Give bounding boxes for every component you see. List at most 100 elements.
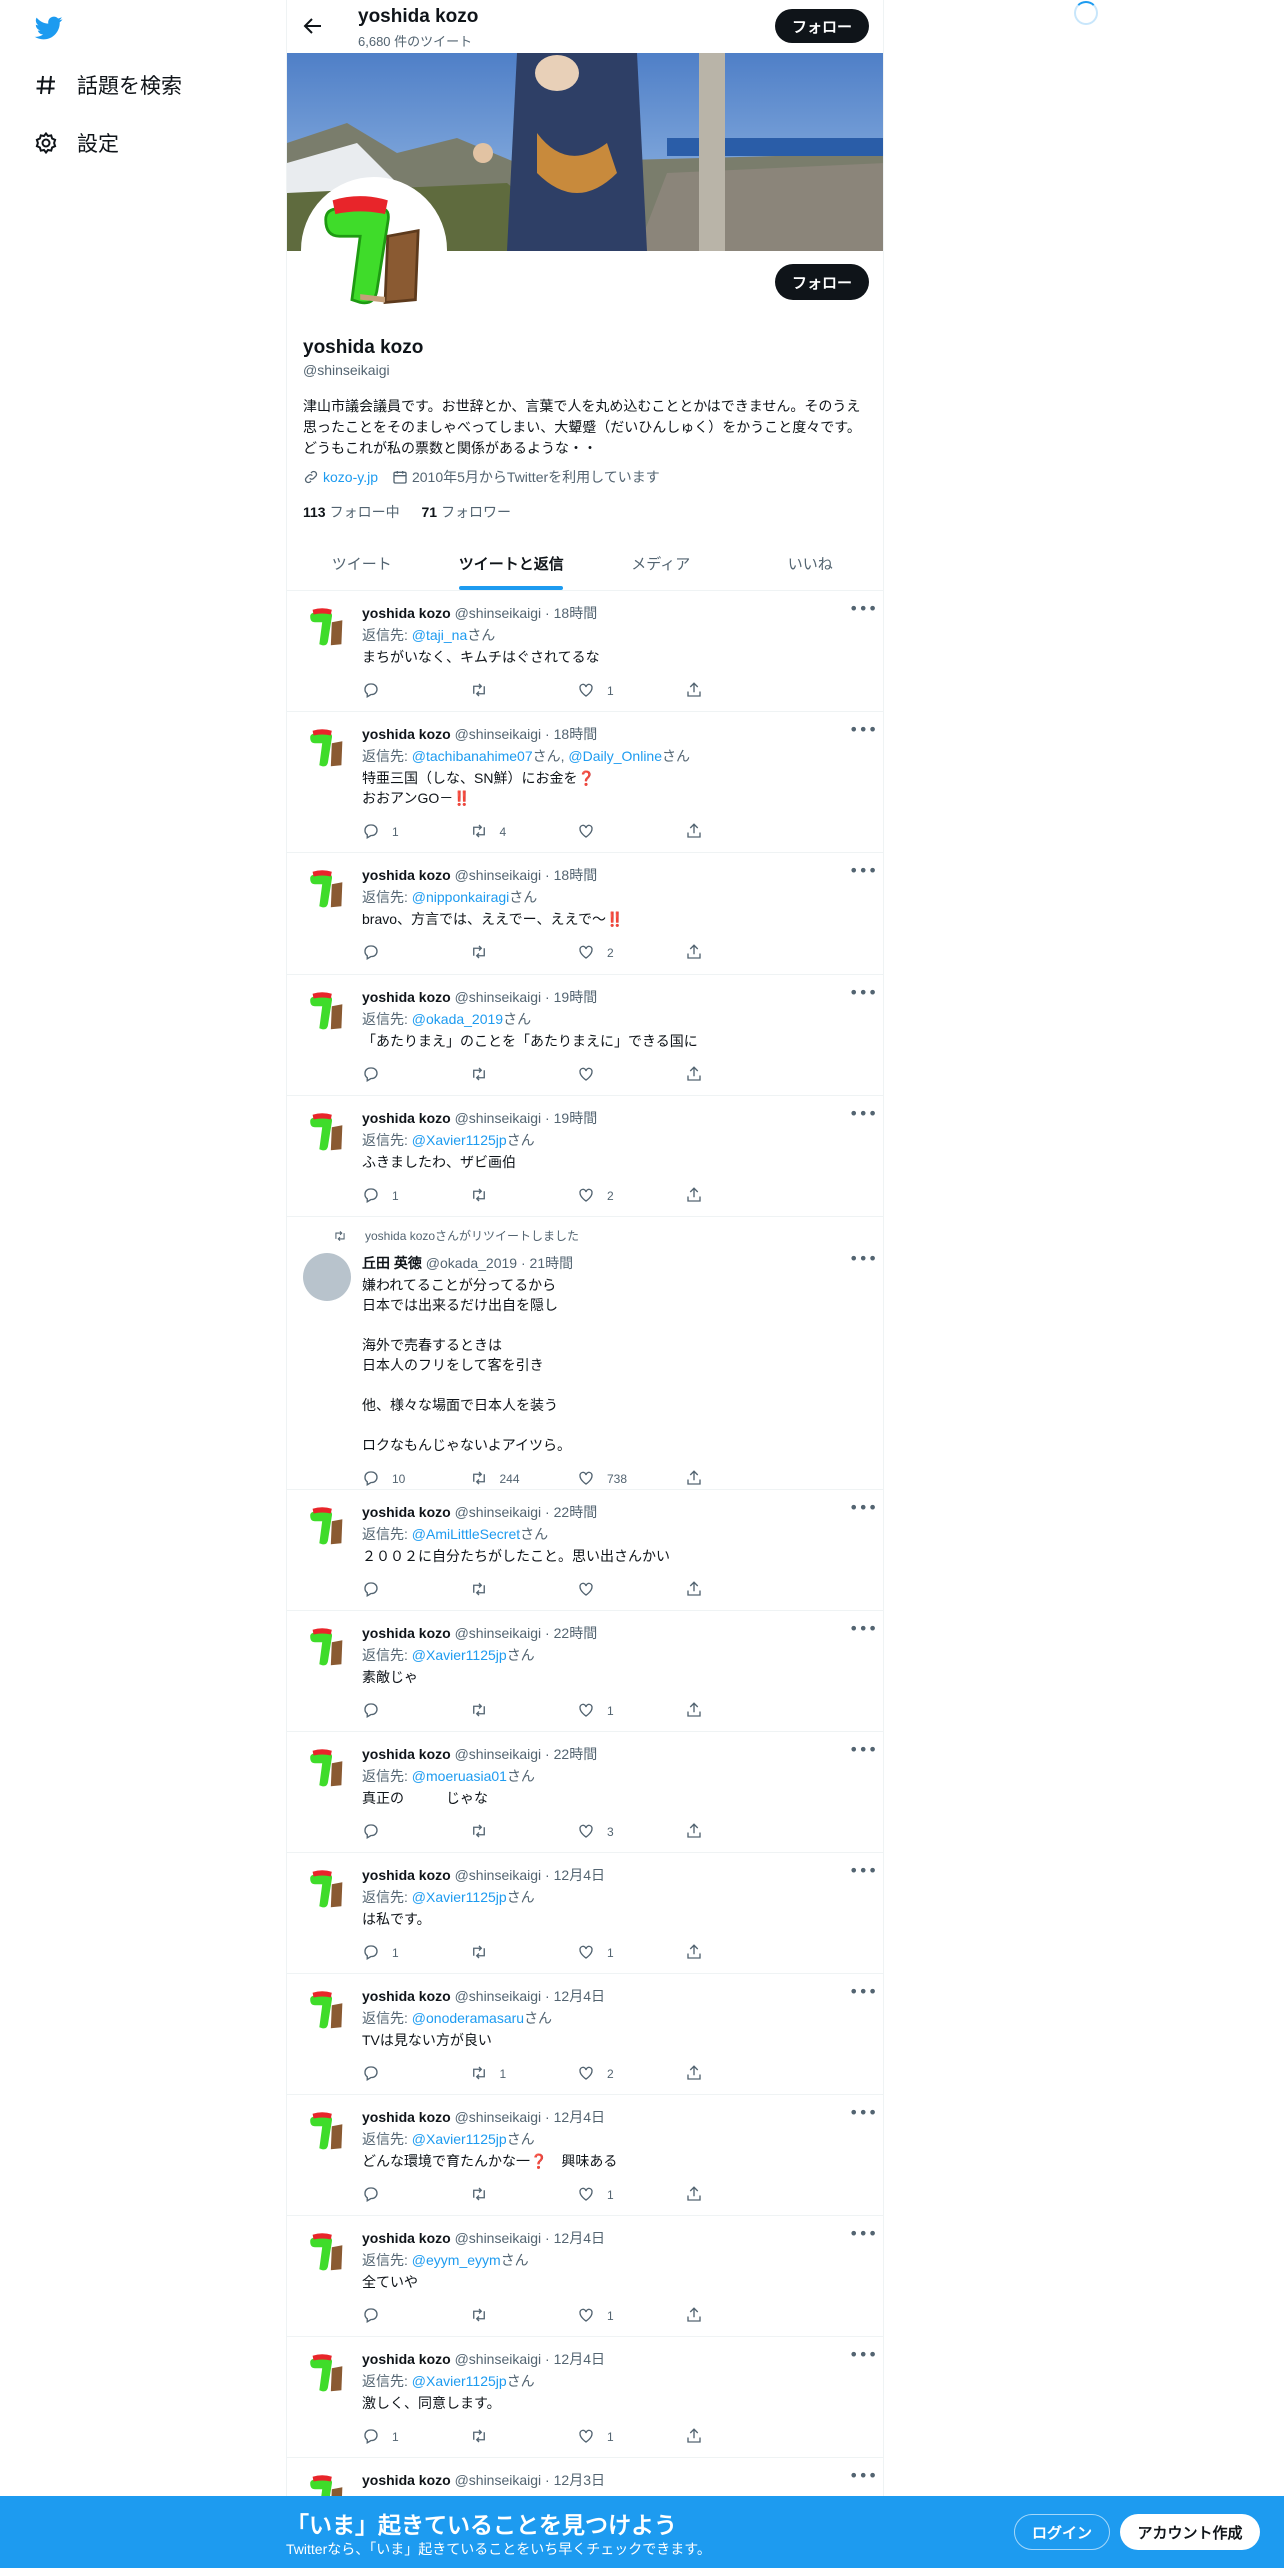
- share-button[interactable]: [685, 1943, 793, 1963]
- like-button[interactable]: 2: [577, 1186, 685, 1206]
- reply-button[interactable]: [362, 2185, 470, 2205]
- tweet-time[interactable]: 22時間: [554, 1504, 598, 1520]
- reply-button[interactable]: 10: [362, 1469, 470, 1489]
- tweet-author-name[interactable]: yoshida kozo: [362, 1988, 451, 2004]
- share-button[interactable]: [685, 2427, 793, 2447]
- like-button[interactable]: 1: [577, 1701, 685, 1721]
- tweet-avatar[interactable]: [303, 2228, 351, 2276]
- like-button[interactable]: 2: [577, 943, 685, 963]
- reply-to-link[interactable]: @onoderamasaru: [412, 2010, 524, 2026]
- tweet-item[interactable]: yoshida kozo @shinseikaigi · 12月4日 ••• 返信先…: [287, 2337, 883, 2458]
- reply-to-link[interactable]: @Xavier1125jp: [412, 2131, 507, 2147]
- share-button[interactable]: [685, 1065, 793, 1085]
- more-options-icon[interactable]: •••: [849, 2345, 877, 2365]
- tweet-time[interactable]: 12月4日: [554, 2351, 605, 2367]
- tweet-avatar[interactable]: [303, 1108, 351, 1156]
- share-button[interactable]: [685, 681, 793, 701]
- tweet-avatar[interactable]: [303, 987, 351, 1035]
- share-button[interactable]: [685, 2064, 793, 2084]
- tweet-author-name[interactable]: yoshida kozo: [362, 2472, 451, 2488]
- retweet-button[interactable]: [470, 943, 578, 963]
- tweet-item[interactable]: yoshida kozo @shinseikaigi · 12月4日 ••• 返信先…: [287, 2216, 883, 2337]
- retweet-button[interactable]: [470, 1943, 578, 1963]
- retweet-button[interactable]: [470, 1065, 578, 1085]
- reply-to-link[interactable]: @tachibanahime07: [412, 748, 533, 764]
- share-button[interactable]: [685, 2185, 793, 2205]
- reply-to-link[interactable]: @okada_2019: [412, 1011, 503, 1027]
- reply-to-link[interactable]: @Xavier1125jp: [412, 2373, 507, 2389]
- nav-settings[interactable]: 設定: [33, 128, 119, 158]
- reply-to-link[interactable]: @AmiLittleSecret: [412, 1526, 520, 1542]
- like-button[interactable]: 2: [577, 2064, 685, 2084]
- more-options-icon[interactable]: •••: [849, 1104, 877, 1124]
- retweet-button[interactable]: [470, 2427, 578, 2447]
- tweet-author-handle[interactable]: @shinseikaigi: [455, 605, 542, 621]
- login-button[interactable]: ログイン: [1014, 2514, 1110, 2550]
- tweet-author-handle[interactable]: @shinseikaigi: [455, 867, 542, 883]
- share-button[interactable]: [685, 822, 793, 842]
- reply-button[interactable]: [362, 681, 470, 701]
- share-button[interactable]: [685, 1701, 793, 1721]
- reply-button[interactable]: [362, 1065, 470, 1085]
- more-options-icon[interactable]: •••: [849, 2466, 877, 2486]
- profile-follow-button[interactable]: フォロー: [775, 264, 869, 300]
- like-button[interactable]: 1: [577, 2306, 685, 2326]
- tweet-author-handle[interactable]: @okada_2019: [426, 1255, 517, 1271]
- tab-tweets[interactable]: ツイート: [287, 536, 437, 590]
- tweet-author-name[interactable]: yoshida kozo: [362, 726, 451, 742]
- share-button[interactable]: [685, 1469, 793, 1489]
- tweet-author-name[interactable]: yoshida kozo: [362, 2109, 451, 2125]
- back-arrow-icon[interactable]: [301, 14, 325, 38]
- tweet-item[interactable]: yoshida kozo @shinseikaigi · 22時間 ••• 返信先:…: [287, 1611, 883, 1732]
- tweet-item[interactable]: yoshida kozo @shinseikaigi · 12月4日 ••• 返信先…: [287, 2095, 883, 2216]
- reply-button[interactable]: [362, 1701, 470, 1721]
- tweet-avatar[interactable]: [303, 724, 351, 772]
- tweet-time[interactable]: 12月4日: [554, 2109, 605, 2125]
- tweet-author-handle[interactable]: @shinseikaigi: [455, 726, 542, 742]
- more-options-icon[interactable]: •••: [849, 1740, 877, 1760]
- tweet-avatar[interactable]: [303, 1623, 351, 1671]
- tweet-author-name[interactable]: yoshida kozo: [362, 1867, 451, 1883]
- retweet-button[interactable]: [470, 1701, 578, 1721]
- tweet-author-name[interactable]: yoshida kozo: [362, 1110, 451, 1126]
- reply-to-link[interactable]: @moeruasia01: [412, 1768, 507, 1784]
- more-options-icon[interactable]: •••: [849, 599, 877, 619]
- reply-to-link[interactable]: @nipponkairagi: [412, 889, 510, 905]
- like-button[interactable]: 738: [577, 1469, 685, 1489]
- twitter-logo-icon[interactable]: [33, 14, 65, 42]
- retweet-button[interactable]: [470, 681, 578, 701]
- tweet-author-name[interactable]: yoshida kozo: [362, 605, 451, 621]
- tweet-author-name[interactable]: yoshida kozo: [362, 2230, 451, 2246]
- tweet-time[interactable]: 22時間: [554, 1625, 598, 1641]
- reply-button[interactable]: [362, 1580, 470, 1600]
- retweet-button[interactable]: [470, 1822, 578, 1842]
- tweet-time[interactable]: 12月4日: [554, 1988, 605, 2004]
- tweet-avatar[interactable]: [303, 2349, 351, 2397]
- reply-button[interactable]: 1: [362, 822, 470, 842]
- reply-button[interactable]: 1: [362, 2427, 470, 2447]
- tweet-author-name[interactable]: yoshida kozo: [362, 2351, 451, 2367]
- share-button[interactable]: [685, 1580, 793, 1600]
- tweet-author-name[interactable]: yoshida kozo: [362, 1504, 451, 1520]
- tweet-avatar[interactable]: [303, 603, 351, 651]
- tweet-item[interactable]: yoshida kozo @shinseikaigi · 22時間 ••• 返信先:…: [287, 1732, 883, 1853]
- tweet-author-name[interactable]: yoshida kozo: [362, 1746, 451, 1762]
- following-link[interactable]: 113 フォロー中: [303, 504, 400, 520]
- like-button[interactable]: [577, 822, 685, 842]
- tweet-item[interactable]: yoshida kozo @shinseikaigi · 18時間 ••• 返信先:…: [287, 853, 883, 975]
- reply-button[interactable]: 1: [362, 1943, 470, 1963]
- share-button[interactable]: [685, 1822, 793, 1842]
- like-button[interactable]: 1: [577, 1943, 685, 1963]
- tweet-item[interactable]: yoshida kozo @shinseikaigi · 19時間 ••• 返信先:…: [287, 1096, 883, 1217]
- reply-to-link[interactable]: @Xavier1125jp: [412, 1647, 507, 1663]
- nav-explore[interactable]: 話題を検索: [33, 70, 182, 100]
- tweet-author-handle[interactable]: @shinseikaigi: [455, 989, 542, 1005]
- tweet-time[interactable]: 12月3日: [554, 2472, 605, 2488]
- tweet-avatar[interactable]: [303, 1502, 351, 1550]
- tweet-avatar[interactable]: [303, 2107, 351, 2155]
- retweet-button[interactable]: [470, 1580, 578, 1600]
- more-options-icon[interactable]: •••: [849, 861, 877, 881]
- tweet-author-handle[interactable]: @shinseikaigi: [455, 1746, 542, 1762]
- reply-to-link[interactable]: @Daily_Online: [568, 748, 662, 764]
- profile-avatar[interactable]: [301, 177, 447, 323]
